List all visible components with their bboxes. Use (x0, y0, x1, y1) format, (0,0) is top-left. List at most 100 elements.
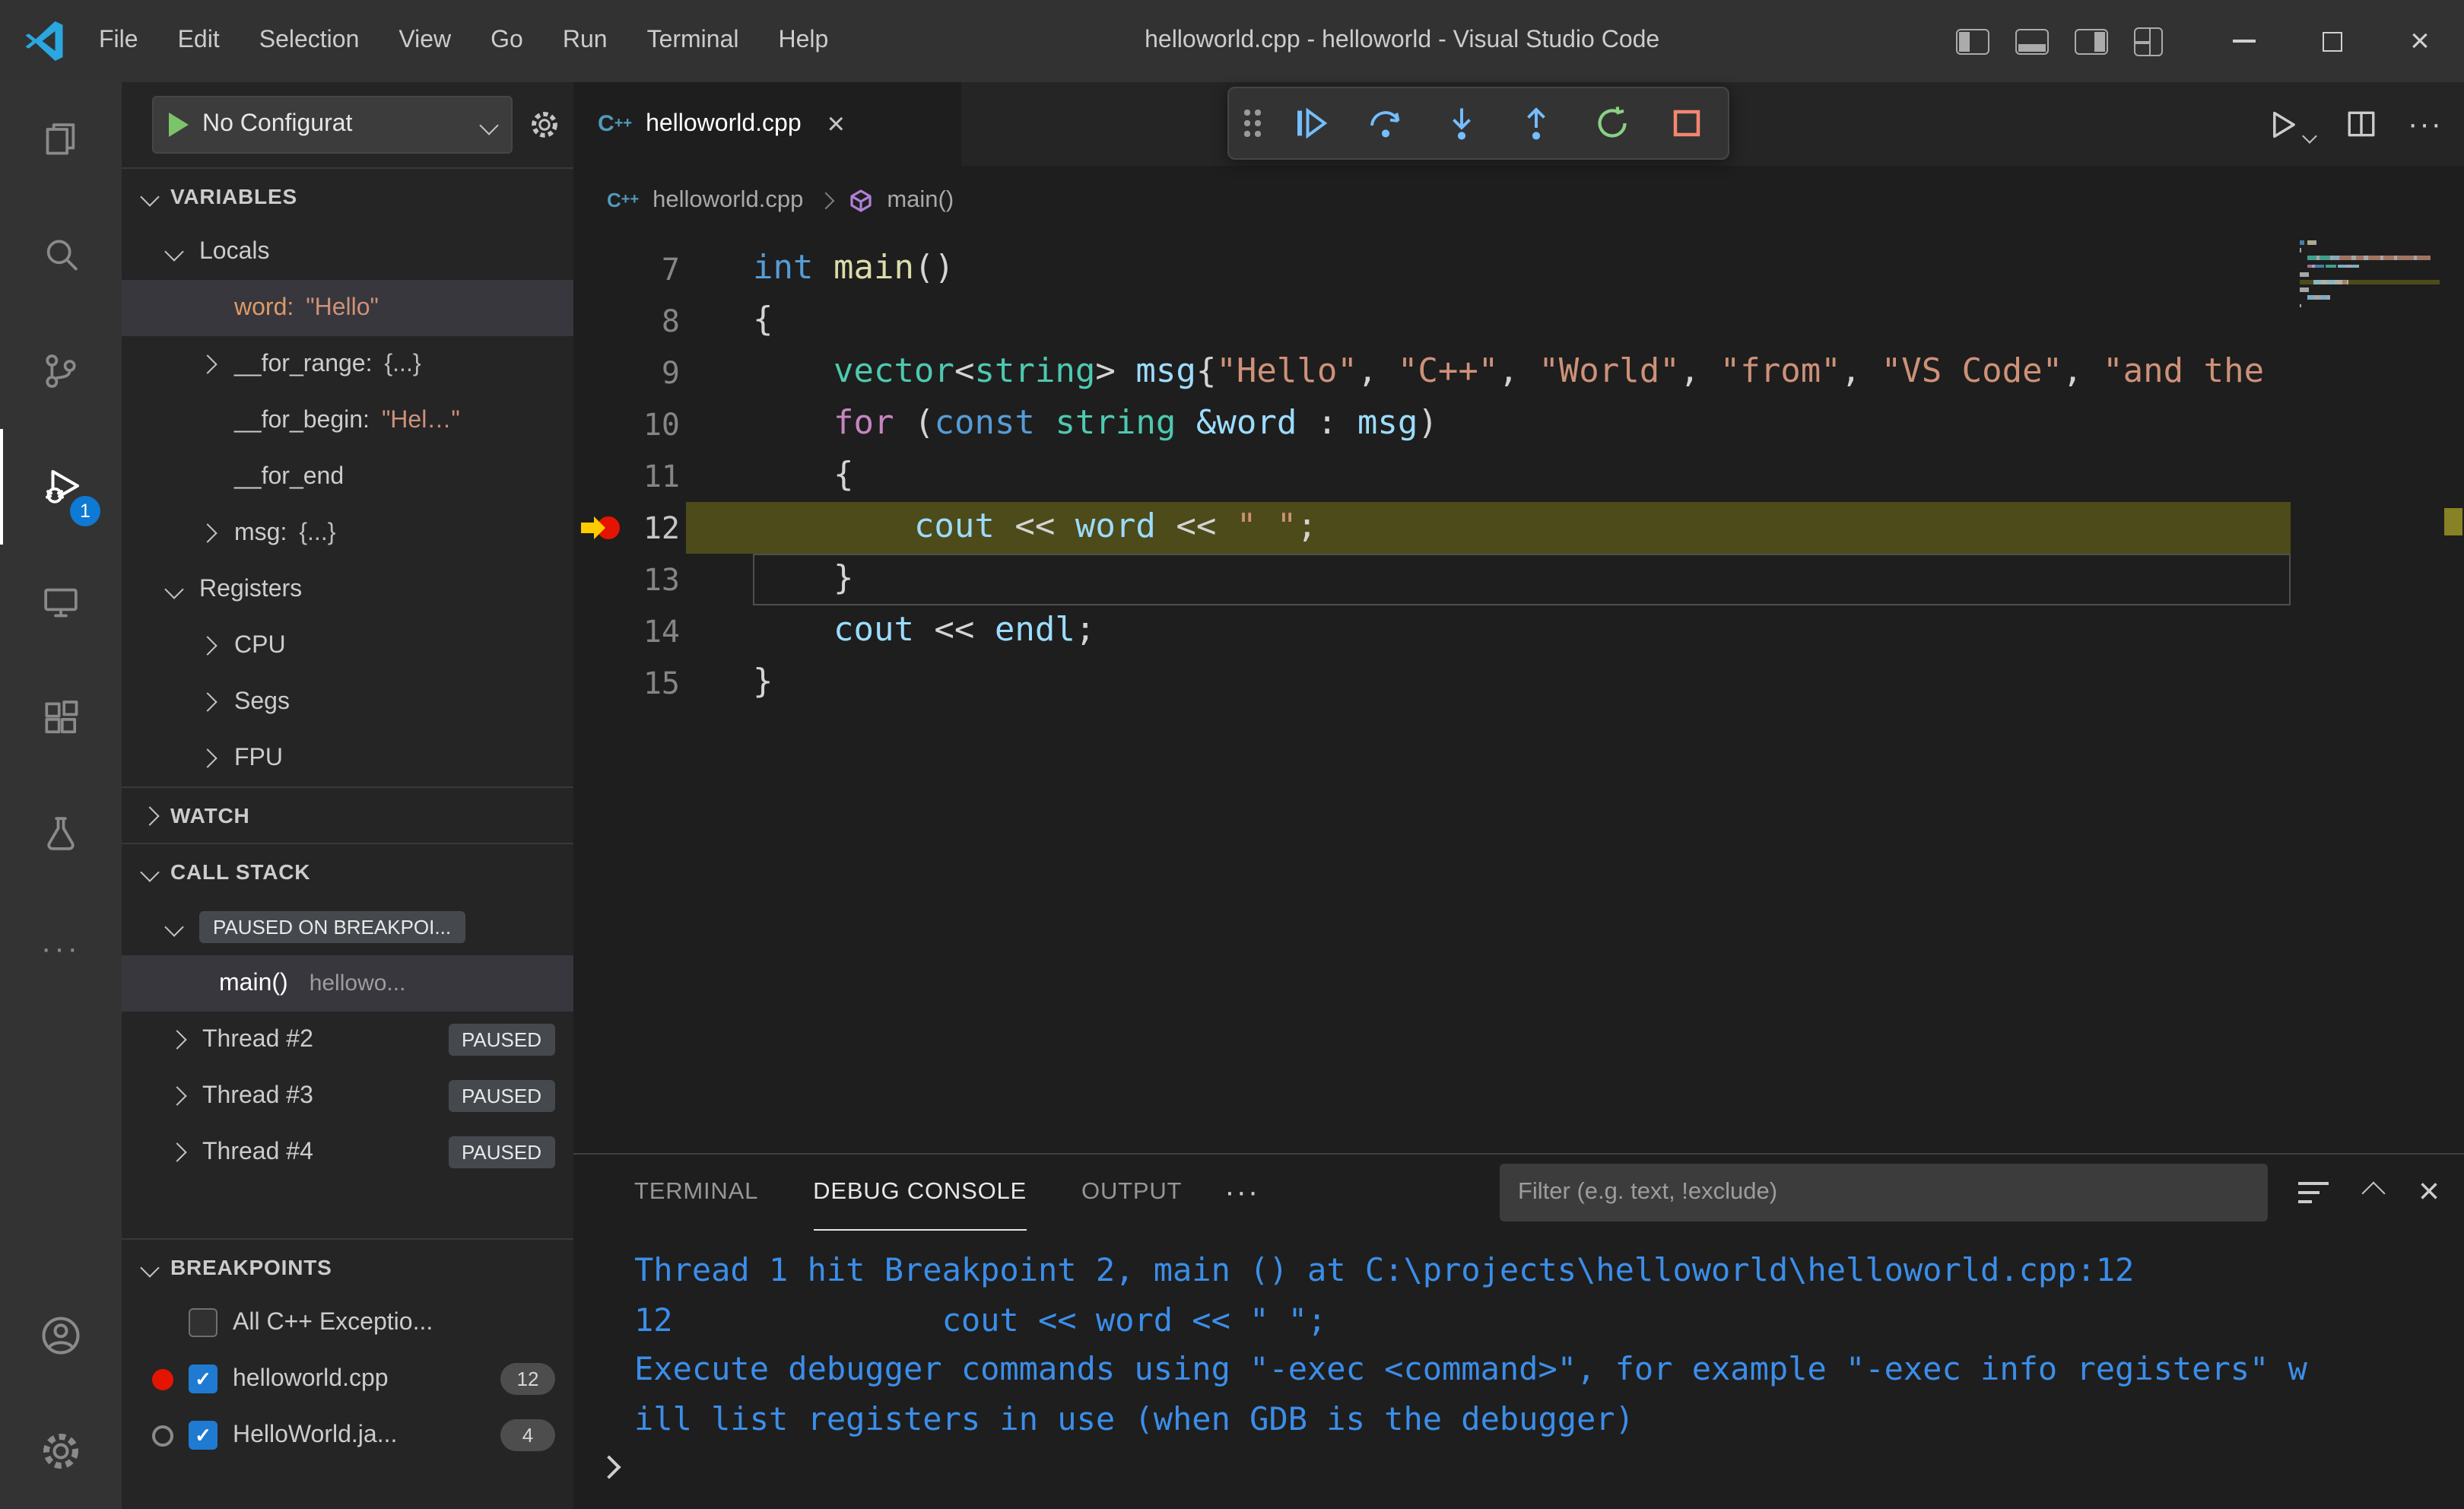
variable-row[interactable]: __for_begin: "Hel…" (122, 392, 573, 449)
code-line[interactable]: 14 cout << endl; (573, 605, 2291, 657)
thread-row[interactable]: Thread #4 PAUSED (122, 1124, 573, 1180)
code-line[interactable]: 12 cout << word << " "; (573, 502, 2291, 554)
menu-file[interactable]: File (79, 0, 158, 82)
menu-help[interactable]: Help (759, 0, 849, 82)
continue-button[interactable] (1284, 96, 1336, 151)
menu-terminal[interactable]: Terminal (627, 0, 759, 82)
close-panel-icon[interactable]: × (2418, 1174, 2440, 1211)
variable-row[interactable]: msg: {...} (122, 505, 573, 561)
section-variables[interactable]: VARIABLES (122, 167, 573, 224)
tab-close-icon[interactable]: × (827, 109, 845, 139)
debug-settings-gear-icon[interactable] (528, 108, 561, 141)
breadcrumb-symbol[interactable]: main() (887, 186, 954, 214)
menu-go[interactable]: Go (471, 0, 543, 82)
register-group-row[interactable]: Segs (122, 674, 573, 730)
activitybar-extensions[interactable] (0, 660, 122, 776)
split-editor-icon[interactable] (2345, 108, 2377, 140)
toggle-panel-icon[interactable] (2015, 28, 2049, 54)
filter-lines-icon[interactable] (2297, 1182, 2329, 1203)
chevron-right-icon (198, 523, 218, 543)
chevron-down-icon (140, 1257, 160, 1277)
register-group-row[interactable]: CPU (122, 618, 573, 674)
toggle-secondary-sidebar-icon[interactable] (2075, 28, 2108, 54)
code-line[interactable]: 15} (573, 657, 2291, 709)
customize-layout-icon[interactable] (2134, 27, 2163, 56)
run-or-debug-button[interactable] (2268, 107, 2317, 143)
editor-actions: ··· (2268, 82, 2443, 166)
code-line[interactable]: 11 { (573, 450, 2291, 502)
start-debug-icon[interactable] (169, 113, 189, 137)
stop-button[interactable] (1661, 96, 1713, 151)
close-window-button[interactable]: × (2376, 0, 2464, 82)
console-prompt[interactable] (597, 1455, 2464, 1479)
launch-config-dropdown[interactable]: No Configurat (152, 96, 513, 154)
section-watch[interactable]: WATCH (122, 786, 573, 843)
activitybar-settings[interactable] (0, 1393, 122, 1509)
variable-row[interactable]: __for_end (122, 449, 573, 505)
code-line[interactable]: 7 int main() (573, 243, 2291, 295)
thread-row[interactable]: Thread #3 PAUSED (122, 1068, 573, 1124)
code-token: < (954, 353, 975, 391)
debug-console[interactable]: Thread 1 hit Breakpoint 2, main () at C:… (573, 1231, 2464, 1509)
minimap-token (2342, 279, 2347, 284)
menu-selection[interactable]: Selection (240, 0, 379, 82)
registers-group[interactable]: Registers (122, 561, 573, 618)
activitybar-search[interactable] (0, 198, 122, 313)
activitybar-remote-explorer[interactable] (0, 545, 122, 660)
breakpoint-row[interactable]: ✓ helloworld.cpp 12 (122, 1351, 573, 1407)
activitybar-accounts[interactable] (0, 1278, 122, 1393)
panel-tab-debug-console[interactable]: DEBUG CONSOLE (813, 1155, 1027, 1231)
toggle-sidebar-icon[interactable] (1956, 28, 1989, 54)
breakpoint-checkbox[interactable]: ✓ (189, 1364, 218, 1393)
code-line[interactable]: 9 vector<string> msg{"Hello", "C++", "Wo… (573, 347, 2291, 399)
panel-tab-terminal[interactable]: TERMINAL (634, 1155, 758, 1231)
editor-more-icon[interactable]: ··· (2408, 109, 2443, 139)
activitybar-source-control[interactable] (0, 313, 122, 429)
restart-button[interactable] (1586, 96, 1637, 151)
code-line[interactable]: 10 for (const string &word : msg) (573, 399, 2291, 450)
code-line[interactable]: 13 } (573, 554, 2291, 605)
menu-edit[interactable]: Edit (158, 0, 240, 82)
activitybar-testing[interactable] (0, 776, 122, 891)
section-breakpoints[interactable]: BREAKPOINTS (122, 1238, 573, 1295)
menu-run[interactable]: Run (543, 0, 627, 82)
variable-row[interactable]: __for_range: {...} (122, 336, 573, 392)
maximize-button[interactable] (2288, 0, 2376, 82)
panel-tab-output[interactable]: OUTPUT (1081, 1155, 1182, 1231)
variable-name: __for_end (234, 463, 345, 489)
activitybar-more[interactable]: ··· (0, 891, 122, 1007)
stack-frame-row[interactable]: main() hellowo... (122, 955, 573, 1012)
activitybar-run-debug[interactable]: 1 (0, 429, 122, 545)
callstack-session-row[interactable]: PAUSED ON BREAKPOI... (122, 899, 573, 955)
locals-group[interactable]: Locals (122, 224, 573, 280)
breakpoint-checkbox[interactable]: ✓ (189, 1421, 218, 1450)
minimize-button[interactable] (2199, 0, 2288, 82)
step-out-button[interactable] (1510, 96, 1562, 151)
menu-view[interactable]: View (379, 0, 471, 82)
window-title: helloworld.cpp - helloworld - Visual Stu… (1145, 27, 1660, 53)
thread-row[interactable]: Thread #2 PAUSED (122, 1012, 573, 1068)
breakpoint-current-icon[interactable] (573, 514, 625, 542)
section-call-stack[interactable]: CALL STACK (122, 843, 573, 899)
activitybar-explorer[interactable] (0, 82, 122, 198)
breadcrumb-file[interactable]: helloworld.cpp (653, 186, 803, 214)
variable-row[interactable]: word: "Hello" (122, 280, 573, 336)
toolbar-drag-handle[interactable] (1244, 110, 1261, 137)
minimap[interactable] (2300, 240, 2440, 311)
step-over-button[interactable] (1360, 96, 1411, 151)
breakpoint-checkbox[interactable] (189, 1308, 218, 1337)
code-line[interactable]: 8{ (573, 295, 2291, 347)
tab-helloworld-cpp[interactable]: C++ helloworld.cpp × (573, 82, 961, 166)
console-line: Execute debugger commands using "-exec <… (634, 1351, 2307, 1387)
filter-input[interactable] (1499, 1164, 2268, 1221)
breakpoint-row[interactable]: All C++ Exceptio... (122, 1295, 573, 1351)
register-group-row[interactable]: FPU (122, 730, 573, 786)
minimap-token (2300, 288, 2309, 292)
thread-label: Thread #3 (202, 1082, 313, 1108)
panel-more-icon[interactable]: ··· (1224, 1177, 1259, 1208)
code-editor[interactable]: 7 int main() 8{9 vector<string> msg{"Hello… (573, 234, 2464, 1153)
breakpoint-row[interactable]: ✓ HelloWorld.ja... 4 (122, 1407, 573, 1463)
step-into-button[interactable] (1435, 96, 1487, 151)
maximize-panel-icon[interactable] (2361, 1180, 2386, 1205)
